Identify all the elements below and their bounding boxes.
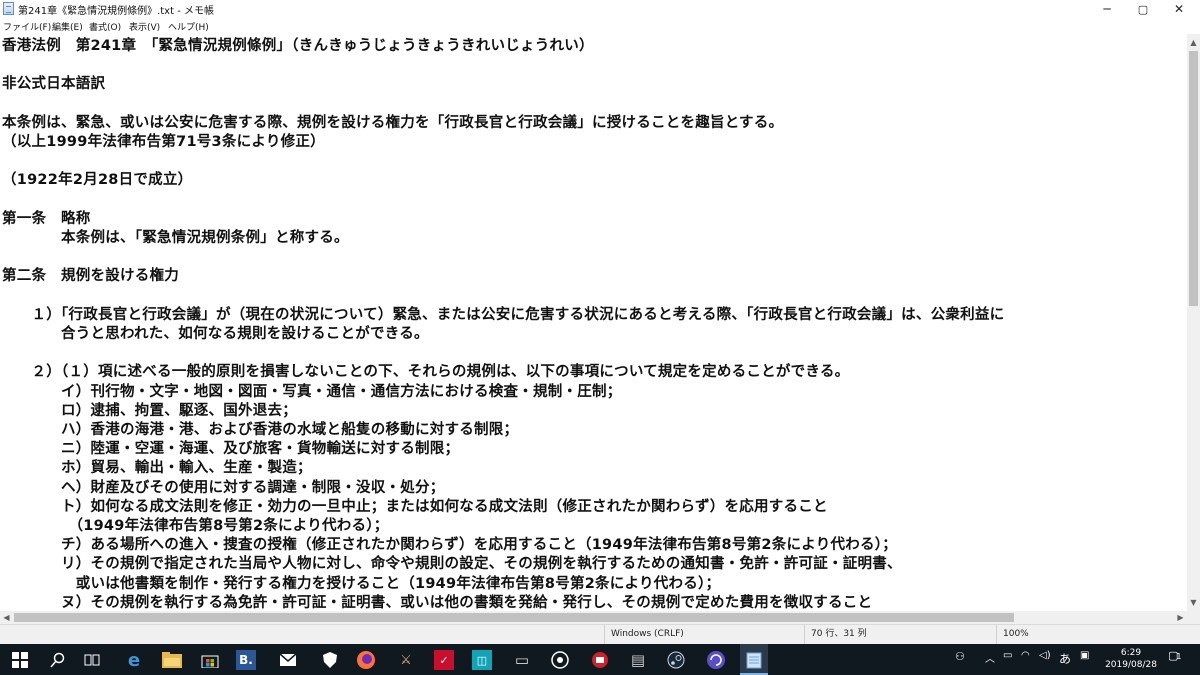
menu-edit[interactable]: 編集(E) <box>52 20 83 33</box>
close-button[interactable]: ✕ <box>1160 0 1198 18</box>
app-red2-icon[interactable] <box>588 648 612 672</box>
ime-pad-icon[interactable]: ▣ <box>1080 650 1089 661</box>
scroll-down-icon[interactable]: ▼ <box>1187 596 1200 609</box>
horizontal-scrollbar[interactable]: ◀ ▶ <box>0 611 1187 624</box>
wifi-icon[interactable]: ◠ <box>1021 650 1030 661</box>
menu-help[interactable]: ヘルプ(H) <box>168 20 209 33</box>
game-app-icon[interactable]: ⚔ <box>394 648 418 672</box>
app-b-icon[interactable]: B. <box>236 650 256 670</box>
search-icon[interactable] <box>46 648 70 672</box>
clock-date: 2019/08/28 <box>1105 660 1157 670</box>
firefox-icon[interactable] <box>354 648 378 672</box>
text-line: 香港法例 第241章 「緊急情況規例條例」（きんきゅうじょうきょうきれいじょうれ… <box>2 38 594 54</box>
text-line: （1922年2月28日で成立） <box>2 172 193 189</box>
text-line: ホ）貿易、輸出・輸入、生産・製造； <box>2 460 312 477</box>
text-line: １）「行政長官と行政会議」が（現在の状況について）緊急、または公安に危害する状況… <box>2 306 1005 323</box>
cursor-position-status: 70 行、31 列 <box>804 625 996 644</box>
text-line: イ）刊行物・文字・地図・図面・写真・通信・通信方法における検査・規制・圧制； <box>2 383 622 400</box>
text-line: 本条例は、「緊急情況規例条例」と称する。 <box>2 230 349 246</box>
scroll-right-icon[interactable]: ▶ <box>1174 611 1187 624</box>
text-line: （以上1999年法律布告第71号3条により修正） <box>2 134 325 150</box>
text-line: チ）ある場所への進入・捜査の授権（修正されたか関わらず）を応用すること（1949… <box>2 537 897 554</box>
notification-count: 1 <box>1176 652 1182 661</box>
taskbar: e B. ⚔ ✓ ◫ ▭ ▤ ⚇ ︿ ▭ ◠ ◁) あ ▣ 6:29 2019/… <box>0 644 1200 675</box>
disc-app-icon[interactable] <box>548 648 572 672</box>
menu-view[interactable]: 表示(V) <box>129 20 160 33</box>
app-teal-icon[interactable]: ◫ <box>472 650 492 670</box>
tray-chevron-up-icon[interactable]: ︿ <box>985 650 995 665</box>
scroll-left-icon[interactable]: ◀ <box>0 611 13 624</box>
menu-bar: ファイル(F) 編集(E) 書式(O) 表示(V) ヘルプ(H) <box>0 18 1200 34</box>
camera-app-icon[interactable]: ▭ <box>510 648 534 672</box>
vertical-scrollbar[interactable]: ▲ ▼ <box>1187 34 1200 611</box>
horizontal-scroll-thumb[interactable] <box>14 613 1014 622</box>
battery-icon[interactable]: ▭ <box>1003 650 1012 661</box>
text-line: ト）如何なる成文法則を修正・効力の一旦中止；または如何なる成文法則（修正されたか… <box>2 498 828 515</box>
text-line: ニ）陸運・空運・海運、及び旅客・貨物輸送に対する制限； <box>2 441 460 458</box>
text-line: （1949年法律布告第8号第2条により代わる）； <box>2 518 389 534</box>
scrollbar-corner <box>1187 611 1200 624</box>
text-line: 本条例は、緊急、或いは公安に危害する際、規例を設ける権力を「行政長官と行政会議」… <box>2 114 784 131</box>
minimize-button[interactable]: ─ <box>1088 0 1126 18</box>
maximize-button[interactable]: ▢ <box>1124 0 1162 18</box>
text-line: リ）その規例で指定された当局や人物に対し、命令や規則の設定、その規例を執行するた… <box>2 556 902 573</box>
zoom-status: 100% <box>996 625 1200 644</box>
app-red-icon[interactable]: ✓ <box>434 650 454 670</box>
text-line: 合うと思われた、如何なる規則を設けることができる。 <box>2 326 429 342</box>
steam-icon[interactable] <box>664 648 688 672</box>
text-line: 非公式日本語訳 <box>2 76 106 93</box>
title-bar: 第241章《緊急情況規例條例》.txt - メモ帳 ─ ▢ ✕ <box>0 0 1200 18</box>
volume-icon[interactable]: ◁) <box>1039 650 1051 661</box>
file-explorer-icon[interactable] <box>160 648 184 672</box>
text-line: ロ）逮捕、拘置、駆逐、国外退去； <box>2 402 297 419</box>
task-view-icon[interactable] <box>80 648 104 672</box>
menu-file[interactable]: ファイル(F) <box>3 20 51 33</box>
status-bar: Windows (CRLF) 70 行、31 列 100% <box>0 624 1200 644</box>
text-line: ２）（１）項に述べる一般的原則を損害しないことの下、それらの規例は、以下の事項に… <box>2 364 850 381</box>
mail-icon[interactable] <box>276 648 300 672</box>
clock[interactable]: 6:29 2019/08/28 <box>1100 647 1162 671</box>
store-icon[interactable] <box>198 648 222 672</box>
swirl-app-icon[interactable] <box>704 648 728 672</box>
window-title: 第241章《緊急情況規例條例》.txt - メモ帳 <box>18 6 214 17</box>
text-line: ヌ）その規例を執行する為免許・許可証・証明書、或いは他の書類を発給・発行し、その… <box>2 594 873 611</box>
vertical-scroll-thumb[interactable] <box>1189 51 1198 306</box>
windows-start-icon[interactable] <box>8 648 32 672</box>
notification-icon[interactable]: ▢1 <box>1168 649 1182 662</box>
text-line: ハ）香港の海港・港、および香港の水域と船隻の移動に対する制限； <box>2 422 519 438</box>
people-icon[interactable]: ⚇ <box>955 650 965 663</box>
scroll-up-icon[interactable]: ▲ <box>1187 36 1200 49</box>
edge-browser-icon[interactable]: e <box>122 648 146 672</box>
notepad-app-icon <box>3 2 14 15</box>
text-line: 第二条 規例を設ける権力 <box>2 268 179 285</box>
notepad-taskbar-icon[interactable] <box>740 644 768 675</box>
clock-time: 6:29 <box>1120 648 1142 658</box>
text-line: ヘ）財産及びその使用に対する調達・制限・没収・処分； <box>2 479 445 496</box>
ime-indicator[interactable]: あ <box>1059 650 1071 667</box>
text-line: 或いは他書類を制作・発行する権力を授けること（1949年法律布告第8号第2条によ… <box>2 575 721 592</box>
shield-icon[interactable] <box>318 648 342 672</box>
menu-format[interactable]: 書式(O) <box>89 20 121 33</box>
cards-app-icon[interactable]: ▤ <box>626 648 650 672</box>
text-editor-area[interactable]: 香港法例 第241章 「緊急情況規例條例」（きんきゅうじょうきょうきれいじょうれ… <box>0 34 1187 611</box>
text-line: 第一条 略称 <box>2 210 91 227</box>
encoding-status: Windows (CRLF) <box>604 625 804 644</box>
